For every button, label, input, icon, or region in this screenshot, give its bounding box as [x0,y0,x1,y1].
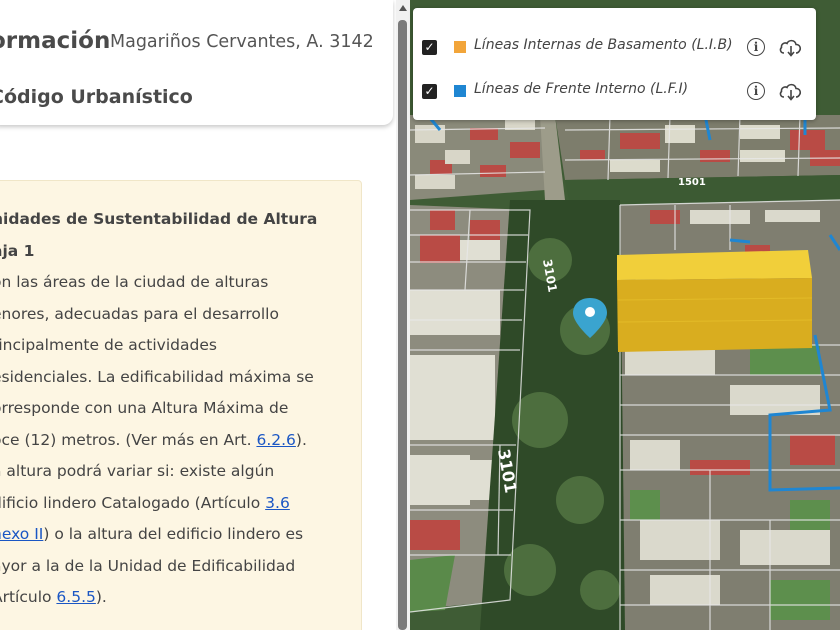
note-line: nexo II) o la altura del edificio linder… [0,519,348,551]
address-text: Magariños Cervantes, A. 3142 [110,32,374,52]
layer-checkbox-lib[interactable]: ✓ [422,40,437,55]
article-link-3-6[interactable]: 3.6 [265,494,290,512]
section-title[interactable]: Código Urbanístico [0,86,193,108]
layer-label: Líneas Internas de Basamento (L.I.B) [474,37,733,53]
note-line: oce (12) metros. (Ver más en Art. 6.2.6)… [0,425,348,457]
info-icon[interactable]: i [747,82,765,100]
layer-label: Líneas de Frente Interno (L.F.I) [474,81,689,97]
scroll-thumb[interactable] [398,20,407,630]
map-layers-panel: ✓ Líneas Internas de Basamento (L.I.B) i… [413,8,816,120]
panel-title: ormación [0,28,111,54]
info-header-card: ormación Magariños Cervantes, A. 3142 Có… [0,0,393,125]
note-line: on las áreas de la ciudad de alturas [0,273,269,291]
note-text: oce (12) metros. (Ver más en Art. [0,430,257,449]
note-text: dificio lindero Catalogado (Artículo [0,493,266,512]
note-text: ). [95,588,107,606]
cloud-download-icon[interactable] [778,36,804,58]
note-text: Artículo [0,588,52,606]
note-heading: nidades de Sustentabilidad de Altura [0,210,318,228]
note-subheading: aja 1 [0,241,35,260]
article-link-6-5-5[interactable]: 6.5.5 [56,588,95,606]
cloud-download-icon[interactable] [778,80,804,102]
street-label-1501: 1501 [678,177,706,188]
note-text: ). [295,430,307,449]
building-top[interactable] [617,250,812,280]
annex-link[interactable]: nexo II [0,525,43,543]
panel-scrollbar[interactable] [396,0,410,630]
note-line: Artículo 6.5.5). [0,582,348,614]
layer-row-lfi[interactable]: ✓ Líneas de Frente Interno (L.F.I) i [413,71,816,111]
note-line: dificio lindero Catalogado (Artículo 3.6 [0,488,348,520]
layer-color-swatch [454,85,466,97]
building-volume[interactable] [617,278,812,352]
layer-row-lib[interactable]: ✓ Líneas Internas de Basamento (L.I.B) i [413,27,816,67]
note-line: a altura podrá variar si: existe algún [0,462,275,480]
note-line: ayor a la de la Unidad de Edificabilidad [0,556,296,575]
note-line: esidenciales. La edificabilidad máxima s… [0,367,314,386]
note-line: rincipalmente de actividades [0,336,217,354]
note-text: ) o la altura del edificio lindero es [43,525,304,543]
info-icon[interactable]: i [747,38,765,56]
layer-color-swatch [454,41,466,53]
note-line: enores, adecuadas para el desarrollo [0,304,279,323]
note-line: orresponde con una Altura Máxima de [0,399,289,417]
layer-checkbox-lfi[interactable]: ✓ [422,84,437,99]
info-panel: ormación Magariños Cervantes, A. 3142 Có… [0,0,396,630]
scroll-up-arrow-icon[interactable] [399,5,407,11]
article-link-6-2-6[interactable]: 6.2.6 [256,431,295,449]
zoning-note-text: nidades de Sustentabilidad de Altura aja… [0,204,348,614]
